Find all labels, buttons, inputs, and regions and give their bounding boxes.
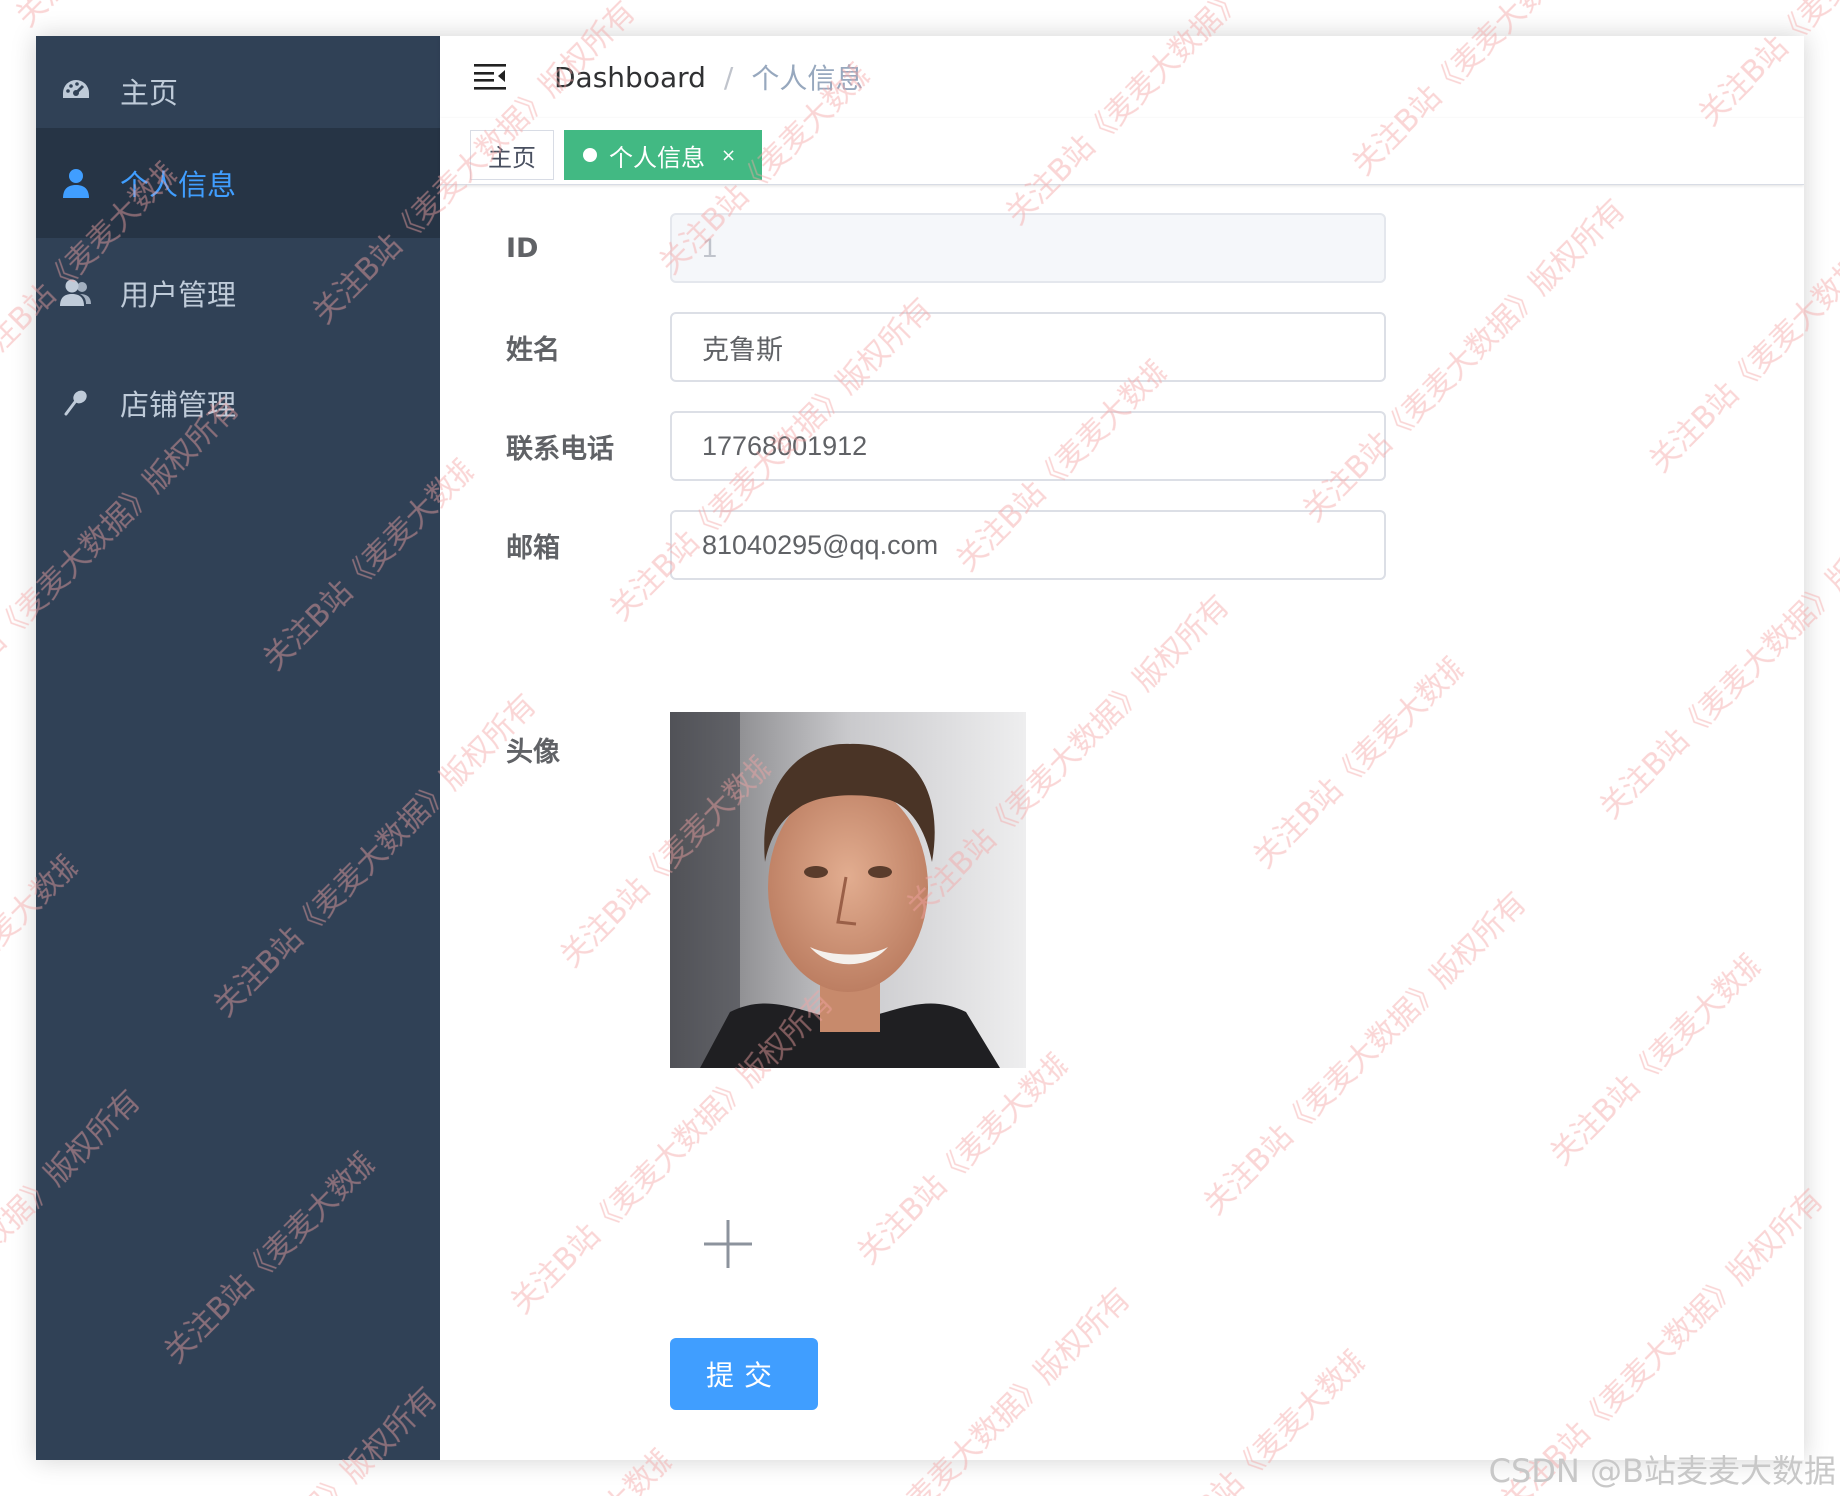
breadcrumb-item-dashboard[interactable]: Dashboard [554, 61, 706, 94]
sidebar-item-profile[interactable]: 个人信息 [36, 128, 440, 238]
form-row-email: 邮箱 81040295@qq.com [440, 509, 1804, 581]
tag-profile[interactable]: 个人信息 × [564, 130, 762, 180]
form-row-phone: 联系电话 17768001912 [440, 410, 1804, 482]
phone-field[interactable]: 17768001912 [670, 411, 1386, 481]
id-field: 1 [670, 213, 1386, 283]
breadcrumb: Dashboard / 个人信息 [554, 57, 863, 97]
form-row-id: ID 1 [440, 212, 1804, 284]
app-window: 主页 个人信息 用户管理 店铺管理 Dashboard / 个人信息 主页 个人… [36, 36, 1804, 1460]
name-label: 姓名 [506, 334, 560, 366]
sidebar-item-shops[interactable]: 店铺管理 [36, 348, 440, 458]
email-field[interactable]: 81040295@qq.com [670, 510, 1386, 580]
phone-label: 联系电话 [506, 433, 614, 465]
submit-button[interactable]: 提交 [670, 1338, 818, 1410]
active-dot-icon [583, 148, 597, 162]
brush-icon [58, 385, 94, 421]
footer-credit: CSDN @B站麦麦大数据 [1488, 1452, 1836, 1490]
sidebar-item-label: 主页 [120, 76, 179, 110]
navbar: Dashboard / 个人信息 [440, 36, 1804, 118]
main-content: Dashboard / 个人信息 主页 个人信息 × ID 1 姓名 克鲁斯 联… [440, 36, 1804, 1460]
avatar-label: 头像 [506, 737, 560, 768]
sidebar: 主页 个人信息 用户管理 店铺管理 [36, 36, 440, 1460]
tags-view: 主页 个人信息 × [440, 118, 1804, 185]
users-icon [58, 275, 94, 311]
breadcrumb-separator: / [723, 60, 734, 94]
close-icon[interactable]: × [721, 145, 736, 166]
sidebar-item-users[interactable]: 用户管理 [36, 238, 440, 348]
dashboard-icon [58, 73, 94, 109]
tag-label: 主页 [488, 143, 536, 172]
plus-icon[interactable] [698, 1214, 758, 1274]
email-label: 邮箱 [506, 532, 560, 564]
name-field[interactable]: 克鲁斯 [670, 312, 1386, 382]
tag-home[interactable]: 主页 [470, 130, 554, 180]
tag-label: 个人信息 [609, 143, 705, 172]
sidebar-item-label: 个人信息 [120, 168, 237, 202]
hamburger-icon[interactable] [470, 57, 510, 97]
sidebar-item-label: 用户管理 [120, 278, 237, 312]
avatar-image[interactable] [670, 712, 1026, 1068]
sidebar-item-label: 店铺管理 [120, 388, 237, 422]
user-icon [58, 165, 94, 201]
breadcrumb-item-current: 个人信息 [751, 62, 864, 95]
id-label: ID [506, 232, 539, 264]
form-row-name: 姓名 克鲁斯 [440, 311, 1804, 383]
